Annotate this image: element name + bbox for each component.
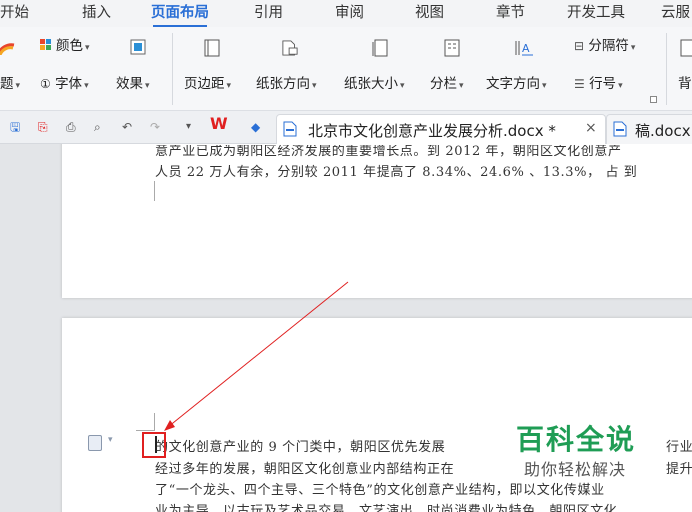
chevron-down-icon: ▾: [226, 81, 232, 91]
wps-writer-window: 开始 插入 页面布局 引用 审阅 视图 章节 开发工具 云服 颜色 ▾ 题 ▾ ① …: [0, 0, 692, 512]
tab-developer[interactable]: 开发工具: [567, 0, 625, 27]
font-circle-icon: ①: [40, 77, 51, 91]
breaks-button[interactable]: ⊟ 分隔符 ▾: [574, 37, 635, 57]
effects-button[interactable]: 效果 ▾: [116, 75, 150, 95]
watermark-subtitle: 助你轻松解决: [524, 460, 627, 479]
breaks-icon: ⊟: [574, 39, 585, 53]
text-direction-button[interactable]: 文字方向 ▾: [486, 75, 547, 95]
tab-insert[interactable]: 插入: [82, 0, 111, 27]
theme-rainbow-icon[interactable]: [0, 39, 16, 55]
save-icon[interactable]: 🖫: [10, 119, 20, 135]
margins-button[interactable]: 页边距 ▾: [184, 75, 231, 95]
chevron-down-icon: ▾: [15, 81, 21, 91]
colors-icon: [40, 39, 51, 50]
menu-bar: 开始 插入 页面布局 引用 审阅 视图 章节 开发工具 云服: [0, 0, 692, 27]
chevron-down-icon: ▾: [542, 81, 547, 91]
ribbon-separator: [172, 33, 173, 105]
paper-size-button[interactable]: 纸张大小 ▾: [344, 75, 405, 95]
effects-label: 效果: [116, 76, 143, 92]
breaks-label: 分隔符: [588, 38, 629, 54]
paper-size-icon: [372, 39, 388, 57]
close-tab-icon[interactable]: ×: [585, 120, 597, 136]
tab-review[interactable]: 审阅: [335, 0, 364, 27]
theme-button[interactable]: 题 ▾: [0, 75, 20, 95]
quick-access-and-tabs-bar: 🖫 ⎘ ⎙ ⌕ ↶ ↷ ▾ W ◆ 北京市文化创意产业发展分析.docx * ×…: [0, 111, 692, 144]
chevron-down-icon: ▾: [312, 81, 317, 91]
ribbon-separator: [666, 33, 667, 105]
tab-references[interactable]: 引用: [254, 0, 283, 27]
theme-label: 题: [0, 76, 14, 92]
tab-view[interactable]: 视图: [415, 0, 444, 27]
tab-home[interactable]: 开始: [0, 0, 29, 27]
line-numbers-button[interactable]: ☰ 行号 ▾: [574, 75, 623, 95]
word-doc-icon: [613, 121, 627, 137]
chevron-down-icon: ▾: [630, 43, 636, 53]
tab-cloud[interactable]: 云服: [661, 0, 690, 27]
orientation-icon: [282, 40, 298, 56]
ribbon: 颜色 ▾ 题 ▾ ① 字体 ▾ 效果 ▾ A 页边距 ▾ 纸张方向 ▾ 纸张大小…: [0, 27, 692, 111]
columns-label: 分栏: [430, 76, 457, 92]
chevron-down-icon: ▾: [84, 81, 89, 91]
margins-label: 页边距: [184, 76, 225, 92]
wps-logo-icon[interactable]: W: [210, 116, 228, 132]
page-color-icon[interactable]: [130, 39, 146, 55]
margins-icon: [204, 39, 220, 57]
orientation-button[interactable]: 纸张方向 ▾: [256, 75, 317, 95]
columns-icon: [444, 39, 460, 57]
document-tab-active[interactable]: 北京市文化创意产业发展分析.docx * ×: [276, 114, 606, 144]
undo-icon[interactable]: ↶: [122, 119, 132, 135]
document-tab-title: 北京市文化创意产业发展分析.docx *: [308, 122, 556, 140]
watermark-title: 百科全说: [516, 423, 637, 456]
orientation-label: 纸张方向: [256, 76, 310, 92]
fonts-button[interactable]: ① 字体 ▾: [40, 75, 89, 95]
chevron-down-icon: ▾: [618, 81, 623, 91]
chevron-down-icon: ▾: [145, 81, 150, 91]
line-numbers-icon: ☰: [574, 77, 585, 91]
document-tab-title: 稿.docx: [635, 122, 691, 140]
text-direction-label: 文字方向: [486, 76, 540, 92]
line-numbers-label: 行号: [589, 76, 617, 92]
colors-button[interactable]: 颜色 ▾: [56, 37, 90, 57]
customize-chevron-icon[interactable]: ▾: [186, 119, 191, 135]
columns-button[interactable]: 分栏 ▾: [430, 75, 464, 95]
colors-label: 颜色: [56, 38, 83, 54]
document-tab-inactive[interactable]: 稿.docx: [606, 114, 692, 144]
svg-text:A: A: [522, 42, 530, 55]
background-button[interactable]: 背: [678, 75, 692, 93]
font-label: 字体: [55, 76, 83, 92]
redo-icon[interactable]: ↷: [150, 119, 160, 135]
page-background-icon: [680, 39, 692, 57]
word-doc-icon: [283, 121, 297, 137]
paper-size-label: 纸张大小: [344, 76, 398, 92]
chevron-down-icon: ▾: [459, 81, 464, 91]
print-icon[interactable]: ⎙: [66, 119, 76, 135]
print-preview-icon[interactable]: ⌕: [94, 119, 101, 135]
docer-cube-icon[interactable]: ◆: [251, 119, 260, 135]
chevron-down-icon: ▾: [85, 43, 90, 53]
tab-section[interactable]: 章节: [496, 0, 525, 27]
tab-page-layout[interactable]: 页面布局: [151, 0, 209, 27]
export-pdf-icon[interactable]: ⎘: [38, 119, 48, 135]
document-canvas[interactable]: 意产业已成为朝阳区经济发展的重要增长点。到 2012 年，朝阳区文化创意产 人员…: [0, 144, 692, 512]
text-direction-icon: A: [515, 41, 533, 56]
chevron-down-icon: ▾: [400, 81, 405, 91]
page-setup-launcher-icon[interactable]: [650, 96, 657, 103]
